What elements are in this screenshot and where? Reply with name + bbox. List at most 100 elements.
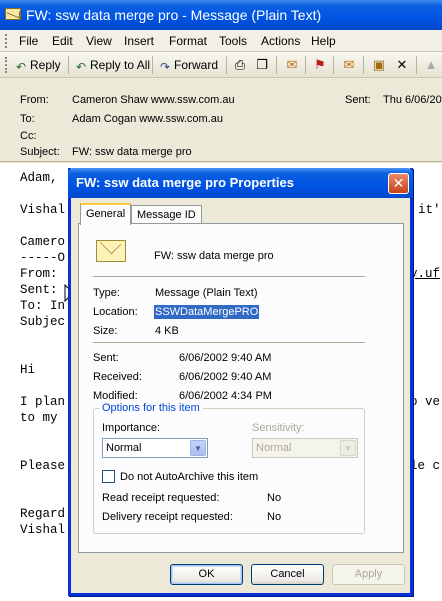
sensitivity-dropdown: Normal ▼ — [252, 438, 358, 458]
body-line: Adam, — [20, 171, 58, 185]
toolbar-separator — [152, 56, 153, 74]
general-tab-panel: FW: ssw data merge pro Type: Message (Pl… — [78, 223, 404, 553]
toolbar-separator — [68, 56, 69, 74]
properties-dialog: FW: ssw data merge pro Properties ✕ Gene… — [68, 168, 413, 596]
body-line: Please — [20, 459, 66, 473]
importance-value: Normal — [106, 442, 142, 454]
menu-bar: File Edit View Insert Format Tools Actio… — [0, 30, 442, 52]
sensitivity-value: Normal — [256, 442, 292, 454]
read-receipt-value: No — [267, 492, 282, 504]
menu-actions[interactable]: Actions — [261, 34, 300, 48]
menu-file[interactable]: File — [19, 34, 38, 48]
importance-label: Importance: — [102, 422, 161, 434]
reply-icon: ↶ — [15, 60, 27, 74]
copy-icon[interactable]: ❐ — [253, 56, 271, 74]
reply-all-label: Reply to All — [90, 58, 151, 72]
dialog-title: FW: ssw data merge pro Properties — [76, 175, 294, 190]
body-line: Vishal — [20, 203, 66, 217]
type-value: Message (Plain Text) — [155, 287, 258, 299]
standard-toolbar: ↶ Reply ↶ Reply to All ↷ Forward ⎙ ❐ ✉ ⚑ ✉ … — [0, 52, 442, 78]
read-receipt-label: Read receipt requested: — [102, 492, 220, 504]
menu-edit[interactable]: Edit — [52, 34, 73, 48]
body-line: Camero — [20, 235, 66, 249]
sent-label: Sent: — [345, 94, 371, 106]
location-label: Location: — [93, 306, 138, 318]
modified-value: 6/06/2002 4:34 PM — [179, 390, 272, 402]
cancel-button[interactable]: Cancel — [251, 564, 324, 585]
modified-label: Modified: — [93, 390, 138, 402]
body-link-fragment[interactable]: y.uf — [410, 267, 440, 281]
size-value: 4 KB — [155, 325, 179, 337]
reply-button[interactable]: ↶ Reply — [14, 57, 61, 73]
received-label: Received: — [93, 371, 142, 383]
previous-item-icon[interactable]: ▲ — [422, 56, 440, 74]
sent-value: Thu 6/06/20 — [383, 94, 442, 106]
reply-all-button[interactable]: ↶ Reply to All — [74, 57, 150, 73]
sensitivity-label: Sensitivity: — [252, 422, 305, 434]
subject-label: Subject: — [20, 146, 60, 158]
tab-message-id[interactable]: Message ID — [131, 205, 202, 225]
toolbar-separator — [333, 56, 334, 74]
delete-icon[interactable]: ✕ — [393, 56, 411, 74]
body-line-fragment: o ve — [410, 395, 441, 409]
menu-insert[interactable]: Insert — [124, 34, 154, 48]
delivery-receipt-value: No — [267, 511, 282, 523]
body-line: I plan — [20, 395, 66, 409]
to-label: To: — [20, 113, 35, 125]
toolbar-separator — [416, 56, 417, 74]
print-icon[interactable]: ⎙ — [231, 56, 249, 74]
dialog-titlebar[interactable]: FW: ssw data merge pro Properties ✕ — [68, 168, 413, 198]
move-to-folder-icon[interactable]: ✉ — [283, 56, 301, 74]
window-titlebar[interactable]: FW: ssw data merge pro - Message (Plain … — [0, 0, 442, 30]
body-line: Hi — [20, 363, 36, 377]
from-value[interactable]: Cameron Shaw www.ssw.com.au — [72, 94, 235, 106]
cc-label: Cc: — [20, 130, 37, 142]
autoarchive-checkbox[interactable] — [102, 470, 115, 483]
toolbar-grip[interactable] — [5, 57, 7, 73]
received-value: 6/06/2002 9:40 AM — [179, 371, 272, 383]
autoarchive-label[interactable]: Do not AutoArchive this item — [120, 471, 258, 483]
ok-button[interactable]: OK — [170, 564, 243, 585]
from-label: From: — [20, 94, 49, 106]
envelope-icon — [5, 8, 21, 20]
close-icon[interactable]: ✕ — [388, 173, 409, 194]
divider — [93, 342, 365, 343]
mark-unread-icon[interactable]: ✉ — [340, 56, 358, 74]
subject-value: FW: ssw data merge pro — [72, 146, 192, 158]
body-line: Sent: — [20, 283, 58, 297]
importance-dropdown[interactable]: Normal ▼ — [102, 438, 208, 458]
body-line-fragment: it' — [418, 203, 441, 217]
folder-icon[interactable]: ▣ — [370, 56, 388, 74]
body-line: to my — [20, 411, 66, 425]
toolbar-separator — [363, 56, 364, 74]
body-line-fragment: le c — [410, 459, 441, 473]
size-label: Size: — [93, 325, 118, 337]
sent-value: 6/06/2002 9:40 AM — [179, 352, 272, 364]
menu-tools[interactable]: Tools — [219, 34, 247, 48]
reply-all-icon: ↶ — [75, 60, 87, 74]
body-line: Subjec — [20, 315, 66, 329]
sent-label: Sent: — [93, 352, 119, 364]
forward-label: Forward — [174, 58, 219, 72]
apply-button[interactable]: Apply — [332, 564, 405, 585]
chevron-down-icon: ▼ — [340, 440, 356, 456]
menu-format[interactable]: Format — [169, 34, 207, 48]
type-label: Type: — [93, 287, 120, 299]
forward-icon: ↷ — [159, 60, 171, 74]
flag-icon[interactable]: ⚑ — [311, 56, 329, 74]
item-name: FW: ssw data merge pro — [154, 250, 274, 262]
tab-general[interactable]: General — [80, 203, 132, 225]
to-value[interactable]: Adam Cogan www.ssw.com.au — [72, 113, 223, 125]
message-headers: From: Cameron Shaw www.ssw.com.au Sent: … — [0, 78, 442, 162]
body-line: Regard — [20, 507, 66, 521]
menu-help[interactable]: Help — [311, 34, 336, 48]
body-line: From: — [20, 267, 58, 281]
menu-view[interactable]: View — [86, 34, 112, 48]
toolbar-separator — [305, 56, 306, 74]
chevron-down-icon[interactable]: ▼ — [190, 440, 206, 456]
menu-grip[interactable] — [5, 34, 7, 48]
reply-label: Reply — [30, 58, 61, 72]
message-envelope-icon — [96, 240, 126, 262]
location-value[interactable]: SSWDataMergePRO — [154, 305, 260, 319]
forward-button[interactable]: ↷ Forward — [158, 57, 218, 73]
